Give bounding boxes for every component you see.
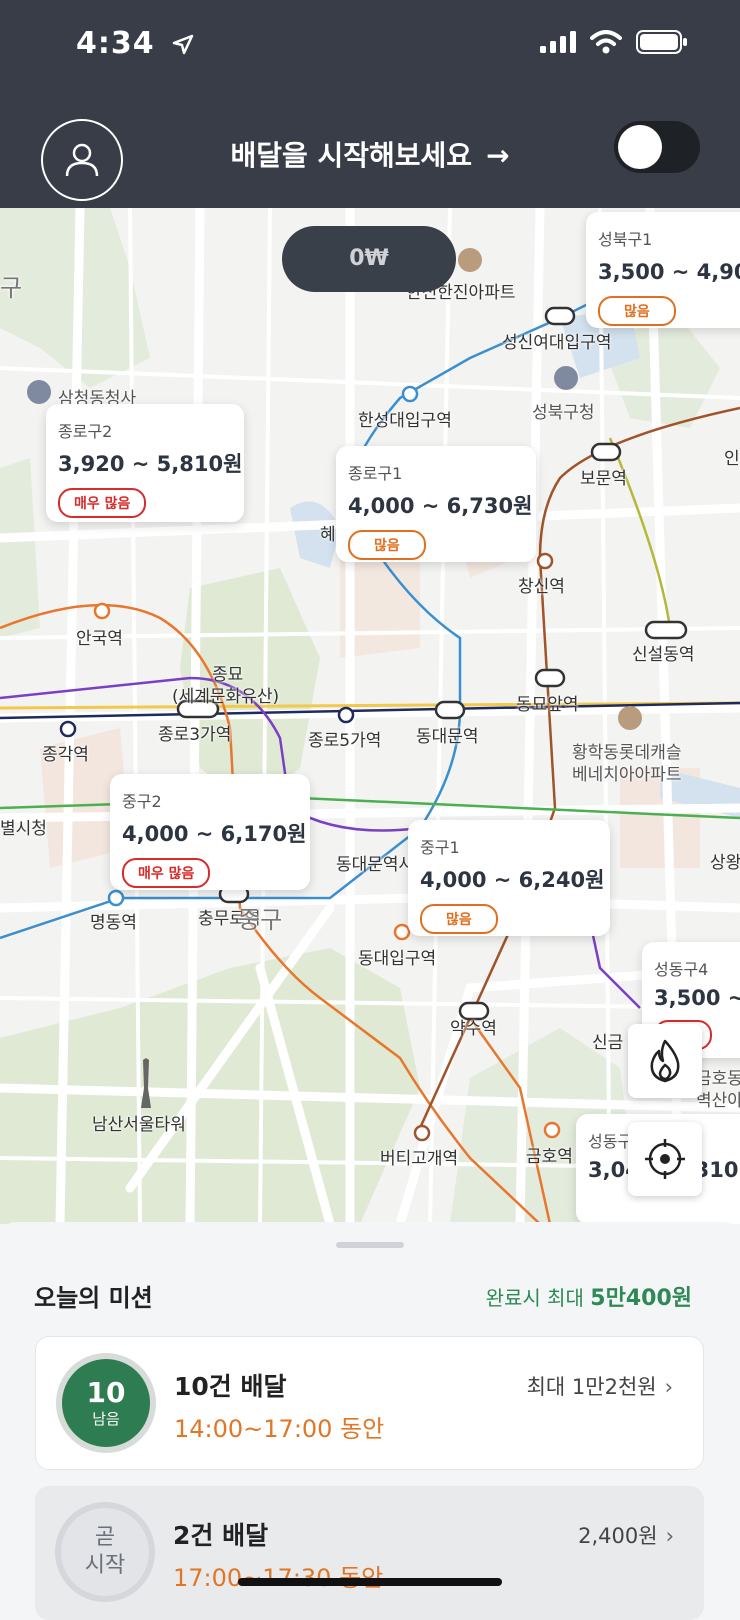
ring-count: 10 [86,1375,126,1409]
zone-fee-range: 3,920 ~ 5,810원 [58,452,243,476]
place-label: 신설동역 [632,645,695,665]
hotspot-button[interactable] [628,1024,702,1098]
toggle-knob [618,125,662,169]
mission-title: 오늘의 미션 [34,1284,153,1312]
mission-max-pay: 최대 1만2천원 › [527,1371,673,1401]
place-label: 성북구청 [532,403,595,423]
place-label: 남산서울타워 [92,1115,186,1135]
zone-card-seongbuk1[interactable]: 성북구1 3,500 ~ 4,900원 많음 [586,212,740,328]
mission-time: 17:00~17:30 동안 [173,1558,383,1593]
app-header: 4:34 배달을 시작해보세요 → [0,0,740,208]
status-icons [540,30,688,54]
zone-card-jongno1[interactable]: 종로구1 4,000 ~ 6,730원 많음 [336,446,536,562]
zone-demand-badge: 매우 많음 [58,488,147,518]
mission-time: 14:00~17:00 동안 [174,1415,385,1443]
place-label: 한성대입구역 [358,411,452,431]
earnings-pill[interactable]: 0₩ [282,226,456,292]
place-label: 금호역 [526,1147,573,1167]
place-label: 동묘앞역 [516,695,579,715]
zone-card-junggu2[interactable]: 중구2 4,000 ~ 6,170원 매우 많음 [110,774,310,890]
place-label: 종로5가역 [308,731,382,751]
place-label: 베네치아아파트 [572,765,682,785]
place-label: 종각역 [42,745,89,765]
place-label: 성신여대입구역 [502,333,612,353]
ring-label: 시작 [84,1553,126,1578]
ring-count: 곧 [94,1525,116,1550]
wifi-icon [590,30,622,54]
zone-fee-range: 3,500 ~ 4,900원 [598,260,740,284]
reward-prefix: 완료시 최대 [485,1286,591,1310]
zone-name: 종로구1 [348,464,403,483]
mission-count: 2건 배달 [173,1521,269,1550]
place-label: 창신역 [518,577,565,597]
mission-max-label: 최대 1만2천원 [526,1375,657,1399]
arrow-right-icon: → [486,139,510,172]
my-location-button[interactable] [628,1122,702,1196]
home-indicator[interactable] [238,1578,502,1586]
district-label: 중구 [238,906,283,934]
remaining-count-ring: 10 남음 [62,1359,150,1447]
zone-name: 중구2 [122,792,162,811]
header-title: 배달을 시작해보세요 [230,139,473,172]
zone-name: 중구1 [420,838,460,857]
mission-max-pay: 2,400원 › [578,1520,674,1550]
mission-max-label: 2,400원 [578,1524,658,1548]
online-toggle[interactable] [614,121,700,173]
place-label: 보문역 [580,469,627,489]
location-arrow-icon [172,34,194,54]
zone-demand-badge: 많음 [598,296,676,326]
mission-count: 10건 배달 [174,1372,287,1401]
reward-value: 5만400원 [590,1286,692,1311]
zone-demand-badge: 매우 많음 [122,858,211,888]
place-label: 약수역 [450,1019,497,1039]
zone-name: 성동구4 [654,960,709,979]
chevron-right-icon: › [665,1524,674,1548]
place-label: 동대입구역 [358,949,437,969]
place-label: 동대문역 [416,727,479,747]
zone-name: 성북구1 [598,230,653,249]
chevron-right-icon: › [664,1375,673,1399]
sheet-drag-handle[interactable] [336,1242,404,1248]
district-label: 구 [0,274,23,302]
place-label: 혜 [320,525,336,545]
zone-fee-range: 4,000 ~ 6,240원 [420,868,605,892]
zone-fee-range: 4,000 ~ 6,730원 [348,494,533,518]
place-label: 상왕 [710,853,740,873]
status-time: 4:34 [76,26,194,61]
place-label: (세계문화유산) [172,687,280,707]
ring-label: 남음 [92,1409,120,1428]
mission-sheet: 오늘의 미션 완료시 최대 5만400원 10 남음 10건 배달 14:00~… [0,1222,740,1620]
flame-icon [650,1039,680,1083]
place-label: 동대문역사 [336,855,415,875]
battery-icon [636,30,687,54]
place-label: 별시청 [0,819,47,839]
zone-demand-badge: 많음 [348,530,426,560]
delivery-map[interactable]: 한신한진아파트 성신여대입구역 삼청동청사 한성대입구역 성북구청 보문역 혜 … [0,208,740,1224]
mission-card[interactable]: 10 남음 10건 배달 14:00~17:00 동안 최대 1만2천원 › [35,1336,704,1470]
signal-icon [540,31,576,53]
place-label: 신금 [592,1033,624,1053]
zone-fee-range: 4,000 ~ 6,170원 [122,822,307,846]
place-label: 벽산아파 [696,1091,740,1111]
place-label: 안국역 [76,629,123,649]
place-label: 종로3가역 [158,725,232,745]
place-label: 인 [724,449,740,469]
zone-card-jongno2[interactable]: 종로구2 3,920 ~ 5,810원 매우 많음 [46,404,244,522]
zone-name: 종로구2 [58,422,113,441]
place-label: 버티고개역 [380,1149,459,1169]
place-label: 명동역 [90,913,137,933]
zone-fee-range: 3,500 ~ [654,986,740,1010]
zone-card-junggu1[interactable]: 중구1 4,000 ~ 6,240원 많음 [408,820,610,936]
mission-max-reward: 완료시 최대 5만400원 [486,1280,692,1312]
starting-soon-ring: 곧 시작 [61,1508,149,1596]
locate-icon [645,1139,685,1179]
zone-demand-badge: 많음 [420,904,498,934]
